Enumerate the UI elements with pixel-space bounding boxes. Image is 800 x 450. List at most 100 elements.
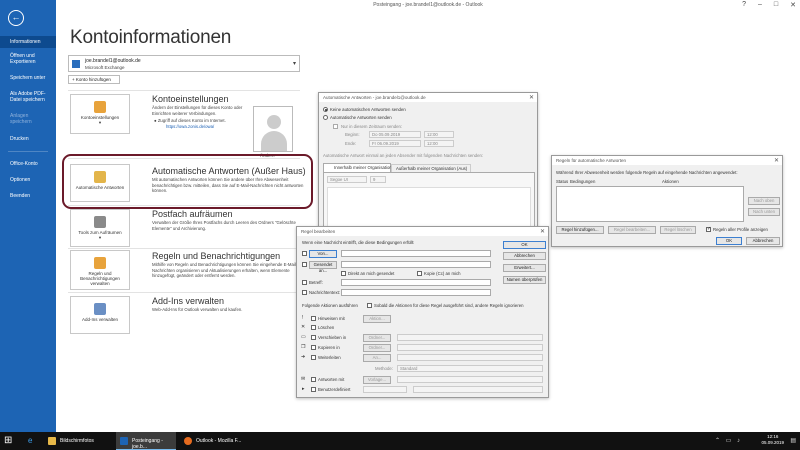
auto-replies-tile[interactable]: Automatische Antworten <box>70 164 130 202</box>
clock[interactable]: 12:16 05.09.2019 <box>761 434 784 446</box>
subject-checkbox[interactable] <box>302 280 307 285</box>
dialog-titlebar: Regel bearbeiten ✕ <box>297 227 548 236</box>
copy-folder-icon: ❐ <box>301 344 306 350</box>
body-field[interactable] <box>341 289 491 296</box>
end-date-field[interactable]: Fr 06.09.2019 <box>369 140 421 147</box>
page-title: Kontoinformationen <box>70 27 232 48</box>
nav-beenden[interactable]: Beenden <box>0 190 56 202</box>
copy-checkbox[interactable] <box>311 345 316 350</box>
custom-action-select[interactable] <box>363 386 407 393</box>
body-checkbox[interactable] <box>302 290 307 295</box>
sent-to-button[interactable]: Gesendet an... <box>309 261 337 273</box>
chevron-down-icon: ▾ <box>292 61 296 67</box>
reply-template-button[interactable]: Vorlage... <box>363 376 391 384</box>
edge-icon[interactable]: e <box>28 436 32 445</box>
account-settings-tile[interactable]: Kontoeinstellungen ▾ <box>70 94 130 134</box>
close-icon[interactable]: ✕ <box>774 157 779 164</box>
manage-addins-tile[interactable]: Add-Ins verwalten <box>70 296 130 334</box>
arrow-left-icon[interactable]: ← <box>8 10 24 26</box>
account-dropdown[interactable]: joe.brandel1@outlook.de Microsoft Exchan… <box>68 55 300 72</box>
font-select[interactable]: Segoe UI <box>327 176 367 183</box>
alert-action-button[interactable]: Aktion... <box>363 315 391 323</box>
method-select[interactable]: Standard <box>397 365 543 372</box>
reply-template-field[interactable] <box>397 376 543 383</box>
delete-checkbox[interactable] <box>311 325 316 330</box>
nav-oeffnen-exportieren[interactable]: Öffnen und Exportieren <box>0 50 56 68</box>
owa-link[interactable]: https://owa.zonis.de/owa/ <box>166 124 214 129</box>
forward-checkbox[interactable] <box>311 355 316 360</box>
sent-to-checkbox[interactable] <box>302 262 307 267</box>
send-auto-reply-radio[interactable] <box>323 115 328 120</box>
windows-start-icon[interactable]: ⊞ <box>4 435 12 446</box>
move-checkbox[interactable] <box>311 335 316 340</box>
direct-checkbox[interactable] <box>341 271 346 276</box>
forward-to-button[interactable]: An... <box>363 354 391 362</box>
font-size-select[interactable]: 9 <box>370 176 386 183</box>
rules-list[interactable] <box>556 186 744 222</box>
time-range-checkbox[interactable] <box>333 124 338 129</box>
nav-optionen[interactable]: Optionen <box>0 174 56 186</box>
custom-label: Benutzerdefiniert <box>318 387 351 392</box>
manage-rules-tile[interactable]: Regeln und Benachrichtigungen verwalten <box>70 250 130 290</box>
close-icon[interactable]: ✕ <box>529 94 534 101</box>
nav-office-konto[interactable]: Office-Konto <box>0 158 56 170</box>
move-folder-button[interactable]: Ordner... <box>363 334 391 342</box>
notification-icon[interactable]: ▤ <box>790 437 796 444</box>
stop-rules-checkbox[interactable] <box>367 303 372 308</box>
move-down-button[interactable]: Nach unten <box>748 208 780 216</box>
from-button[interactable]: Von... <box>309 250 337 258</box>
advanced-button[interactable]: Erweitert... <box>503 264 546 272</box>
delete-label: Löschen <box>318 325 335 330</box>
actions-hint: Folgende Aktionen ausführen <box>302 303 358 308</box>
move-up-button[interactable]: Nach oben <box>748 197 780 205</box>
ok-button[interactable]: OK <box>503 241 546 249</box>
system-tray[interactable]: ⌃ ▭ ♪ <box>715 437 742 444</box>
forward-to-field[interactable] <box>397 354 543 361</box>
all-profiles-checkbox[interactable] <box>706 226 711 232</box>
cc-checkbox[interactable] <box>417 271 422 276</box>
minimize-icon[interactable]: – <box>758 1 762 9</box>
nav-speichern-unter[interactable]: Speichern unter <box>0 72 56 84</box>
check-names-button[interactable]: Namen überprüfen <box>503 276 546 284</box>
window-titlebar: Posteingang - joe.brandel1@outlook.de - … <box>56 0 800 12</box>
from-field[interactable] <box>341 250 491 257</box>
close-icon[interactable]: ✕ <box>540 228 545 235</box>
taskbar-item-outlook[interactable]: Posteingang - joe.b... <box>116 432 176 450</box>
no-auto-reply-radio[interactable] <box>323 107 328 112</box>
nav-adobe-pdf[interactable]: Als Adobe PDF-Datei speichern <box>0 88 56 106</box>
nav-drucken[interactable]: Drucken <box>0 133 56 145</box>
cancel-button[interactable]: Abbrechen <box>746 237 780 245</box>
add-rule-button[interactable]: Regel hinzufügen... <box>556 226 604 234</box>
tab-inside-org[interactable]: Innerhalb meiner Organisation <box>323 163 392 172</box>
close-icon[interactable]: ✕ <box>790 1 796 9</box>
start-time-field[interactable]: 12:00 <box>424 131 454 138</box>
add-account-button[interactable]: + Konto hinzufügen <box>68 75 120 84</box>
taskbar-item-bildschirmfotos[interactable]: Bildschirmfotos <box>44 432 114 450</box>
manage-rules-tile-label: Regeln und Benachrichtigungen verwalten <box>80 271 120 286</box>
nav-informationen[interactable]: Informationen <box>0 36 56 48</box>
reply-checkbox[interactable] <box>311 377 316 382</box>
help-icon[interactable]: ? <box>742 1 746 9</box>
account-email: joe.brandel1@outlook.de <box>85 58 141 64</box>
sent-to-field[interactable] <box>341 261 491 268</box>
profile-photo[interactable] <box>253 106 293 152</box>
method-label: Methode: <box>375 366 393 371</box>
custom-checkbox[interactable] <box>311 387 316 392</box>
cleanup-tools-tile[interactable]: Tools zum Aufräumen ▾ <box>70 209 130 247</box>
cancel-button[interactable]: Abbrechen <box>503 252 546 260</box>
start-date-field[interactable]: Do 05.09.2019 <box>369 131 421 138</box>
copy-folder-button[interactable]: Ordner... <box>363 344 391 352</box>
move-folder-field[interactable] <box>397 334 543 341</box>
custom-action-field[interactable] <box>413 386 543 393</box>
alert-checkbox[interactable] <box>311 316 316 321</box>
end-time-field[interactable]: 12:00 <box>424 140 454 147</box>
copy-folder-field[interactable] <box>397 344 543 351</box>
edit-rule-button[interactable]: Regel bearbeiten... <box>608 226 656 234</box>
from-checkbox[interactable] <box>302 251 307 256</box>
ok-button[interactable]: OK <box>716 237 742 245</box>
maximize-icon[interactable]: □ <box>774 1 778 9</box>
delete-rule-button[interactable]: Regel löschen <box>660 226 696 234</box>
taskbar-item-firefox[interactable]: Outlook - Mozilla F... <box>180 432 250 450</box>
tab-outside-org[interactable]: Außerhalb meiner Organisation (Aus) <box>391 164 471 172</box>
subject-field[interactable] <box>341 279 491 286</box>
